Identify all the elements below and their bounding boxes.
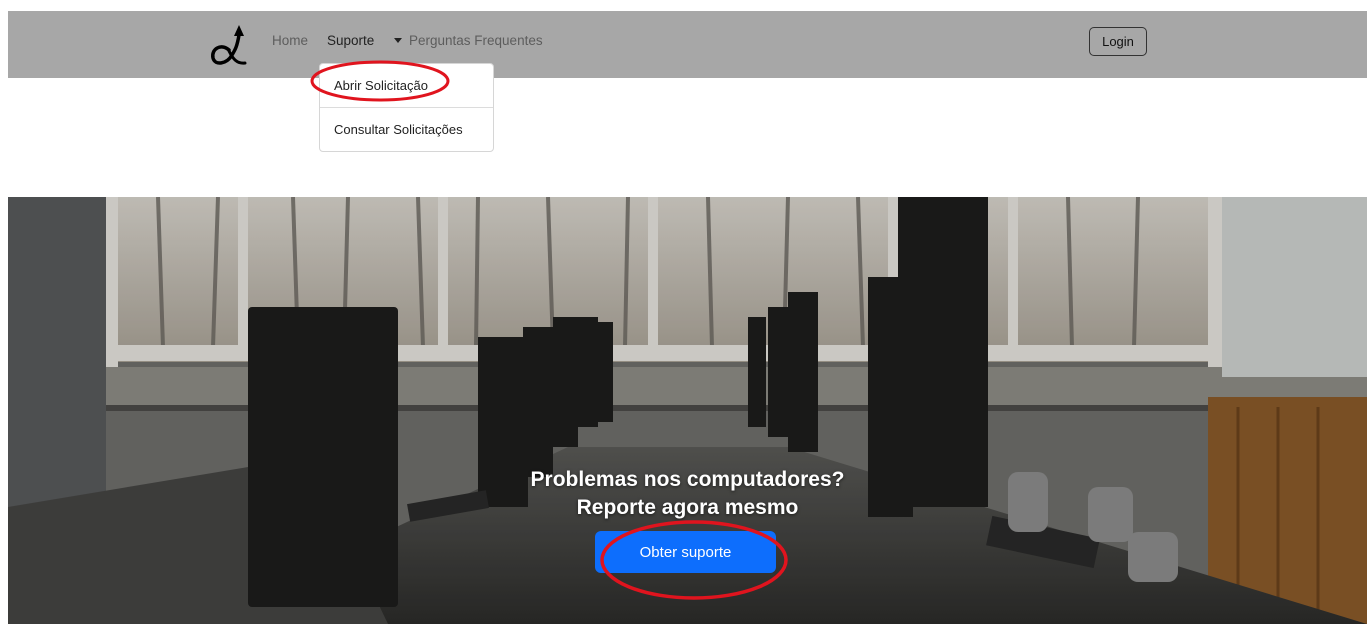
alpha-logo-icon[interactable]: [207, 17, 253, 69]
obter-suporte-button[interactable]: Obter suporte: [595, 531, 776, 573]
hero-banner: Problemas nos computadores? Reporte agor…: [8, 197, 1367, 624]
dropdown-item-abrir-solicitacao[interactable]: Abrir Solicitação: [334, 78, 428, 93]
dropdown-item-consultar-solicitacoes[interactable]: Consultar Solicitações: [334, 122, 463, 137]
nav-home-link[interactable]: Home: [272, 33, 308, 48]
nav-suporte-link[interactable]: Suporte: [327, 33, 374, 48]
dropdown-divider: [320, 107, 493, 108]
nav-faq-link[interactable]: Perguntas Frequentes: [409, 33, 543, 48]
hero-title-line2: Reporte agora mesmo: [576, 496, 799, 519]
suporte-dropdown-menu: Abrir Solicitação Consultar Solicitações: [319, 63, 494, 152]
login-button[interactable]: Login: [1089, 27, 1147, 56]
chevron-down-icon: [394, 38, 402, 43]
hero-title-line1: Problemas nos computadores?: [530, 468, 845, 491]
top-navbar: Home Suporte Perguntas Frequentes Login: [8, 11, 1367, 78]
